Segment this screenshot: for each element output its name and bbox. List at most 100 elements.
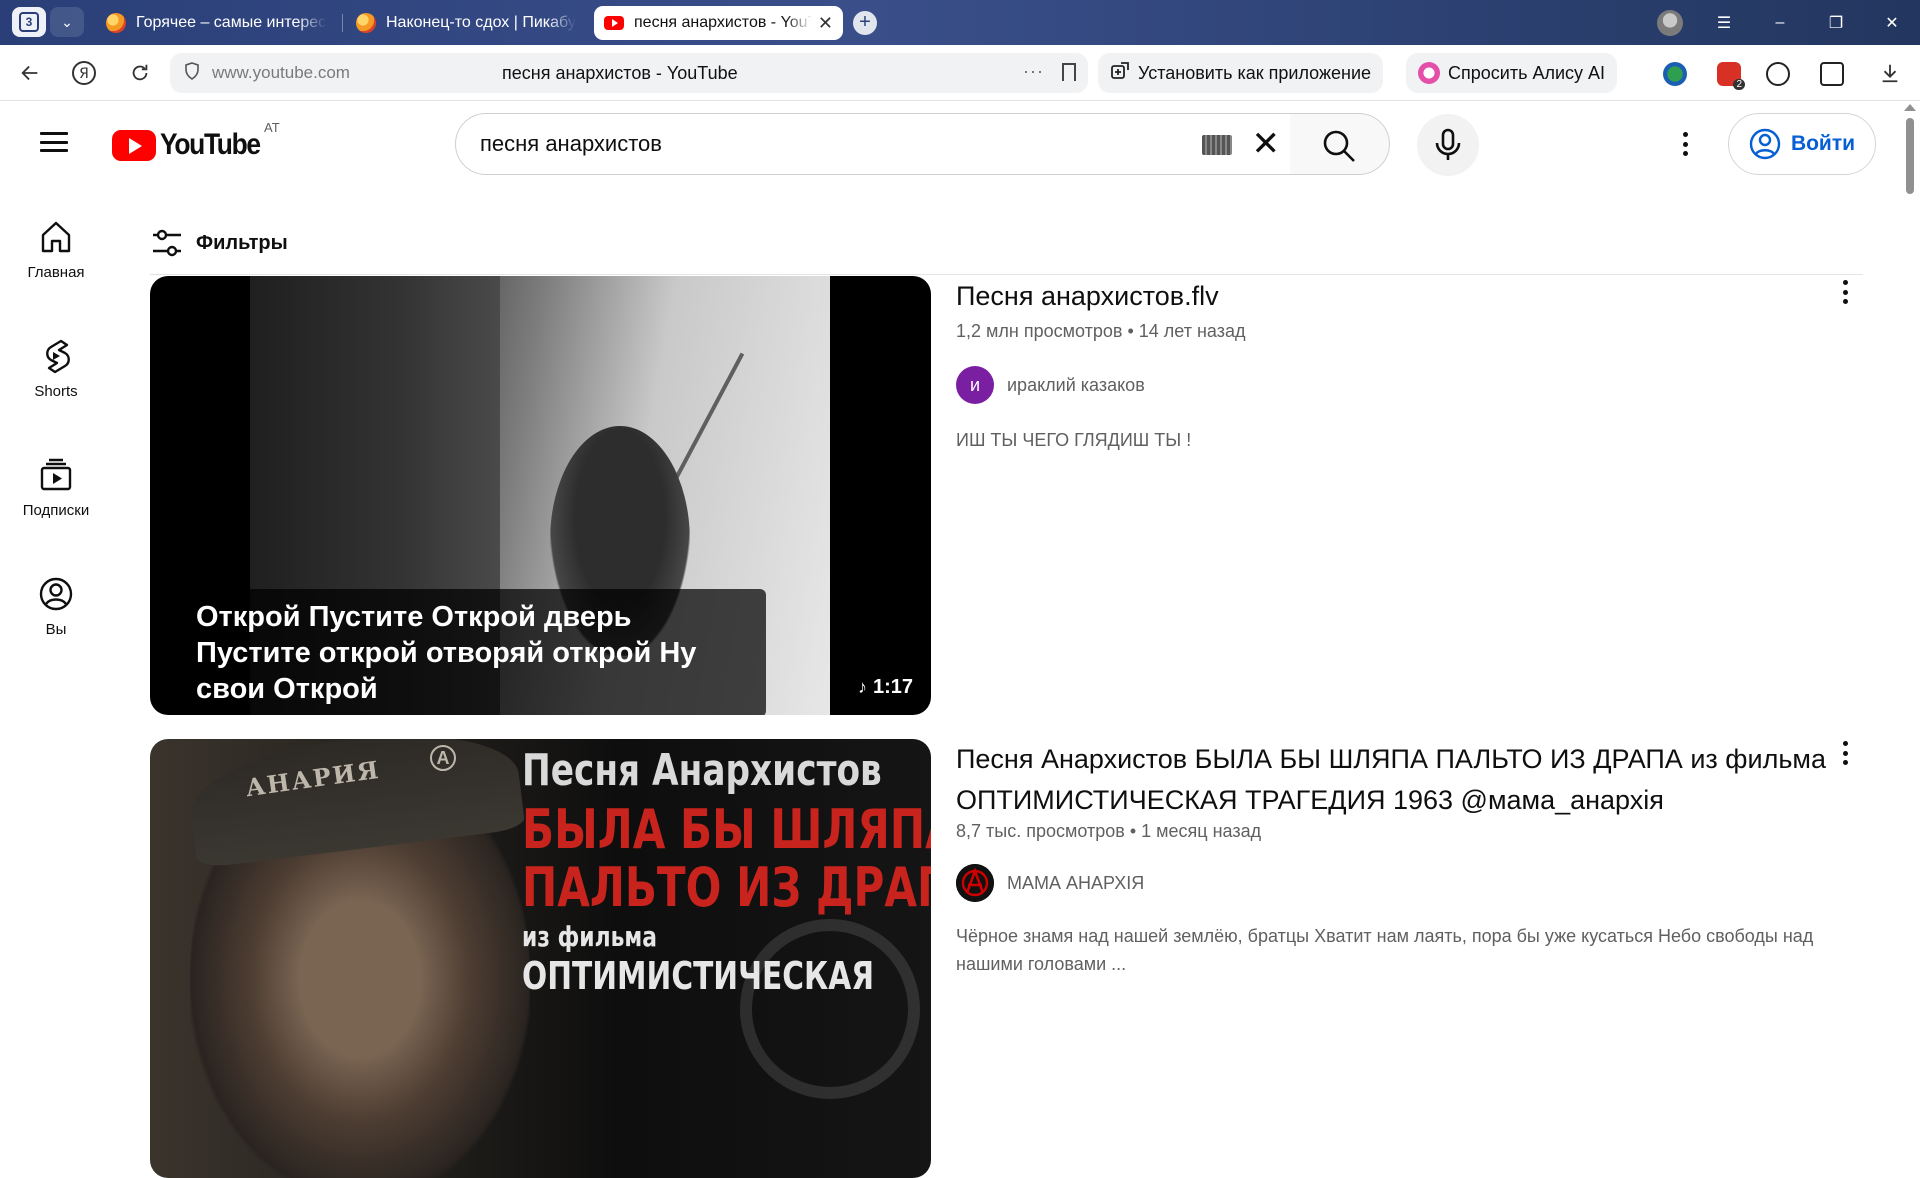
bookmark-icon[interactable] <box>1062 63 1076 81</box>
minimize-icon[interactable]: – <box>1752 14 1808 32</box>
translate-extension-icon[interactable] <box>1663 62 1687 86</box>
country-code: AT <box>264 120 280 135</box>
view-count: 8,7 тыс. просмотров <box>956 821 1125 841</box>
channel-link[interactable]: и ираклий казаков <box>956 366 1836 404</box>
restore-icon[interactable]: ❐ <box>1808 13 1864 33</box>
browser-tab-strip: 3 ⌄ Горячее – самые интерес Наконец-то с… <box>0 0 1920 45</box>
address-more-icon[interactable]: ··· <box>1023 61 1044 82</box>
meta-separator: • <box>1127 321 1139 341</box>
guide-item-home[interactable]: Главная <box>0 210 112 329</box>
ask-alice-label: Спросить Алису AI <box>1448 62 1606 83</box>
tab-label: Наконец-то сдох | Пикабу <box>386 14 576 31</box>
address-page-title: песня анархистов - YouTube <box>502 62 738 83</box>
address-bar[interactable]: www.youtube.com песня анархистов - YouTu… <box>170 53 1088 93</box>
pikabu-favicon-icon <box>106 13 126 33</box>
video-description: ИШ ТЫ ЧЕГО ГЛЯДИШ ТЫ ! <box>956 430 1192 450</box>
adblock-extension-icon[interactable]: 2 <box>1717 62 1745 90</box>
youtube-favicon-icon <box>604 16 624 30</box>
poster-line: Песня Анархистов <box>522 745 882 796</box>
youtube-logo[interactable]: YouTube <box>112 128 273 162</box>
video-player-extension-icon[interactable] <box>1766 62 1790 86</box>
upload-age: 14 лет назад <box>1138 321 1246 341</box>
search-button[interactable] <box>1290 113 1390 175</box>
microphone-icon <box>1435 128 1461 160</box>
filters-label: Фильтры <box>196 231 288 254</box>
sidebar-extension-icon[interactable] <box>1820 62 1844 86</box>
tabs-menu-button[interactable]: ⌄ <box>50 7 84 37</box>
browser-tab-pikabu-post[interactable]: Наконец-то сдох | Пикабу <box>346 6 586 40</box>
video-result: АНАРИЯ A Песня Анархистов БЫЛА БЫ ШЛЯПА … <box>150 739 1870 1178</box>
tab-label: Горячее – самые интерес <box>136 14 326 31</box>
channel-name[interactable]: МАМА АНАРХІЯ <box>1007 873 1144 894</box>
alice-icon <box>1418 62 1440 84</box>
video-metadata: 1,2 млн просмотров • 14 лет назад <box>956 321 1836 342</box>
search-input[interactable] <box>480 131 1160 157</box>
sign-in-button[interactable]: Войти <box>1728 113 1876 175</box>
install-app-button[interactable]: Установить как приложение <box>1098 53 1384 93</box>
settings-more-icon[interactable] <box>1680 132 1690 156</box>
browser-tab-pikabu-hot[interactable]: Горячее – самые интерес <box>96 6 336 40</box>
video-thumbnail[interactable]: Открой Пустите Открой дверь Пустите откр… <box>150 276 931 715</box>
voice-search-button[interactable] <box>1417 114 1479 176</box>
channel-avatar[interactable] <box>956 864 994 902</box>
downloads-icon[interactable] <box>1876 59 1904 87</box>
clear-search-icon[interactable]: ✕ <box>1252 125 1281 163</box>
video-title[interactable]: Песня Анархистов БЫЛА БЫ ШЛЯПА ПАЛЬТО ИЗ… <box>956 739 1836 821</box>
tab-count-button[interactable]: 3 <box>12 7 46 37</box>
channel-link[interactable]: МАМА АНАРХІЯ <box>956 864 1836 902</box>
thumbnail-caption: Открой Пустите Открой дверь Пустите откр… <box>178 589 766 715</box>
filters-button[interactable]: Фильтры <box>150 226 288 260</box>
tab-separator <box>342 14 343 32</box>
shorts-icon <box>46 339 70 374</box>
guide-item-shorts[interactable]: Shorts <box>0 329 112 448</box>
close-tab-icon[interactable]: ✕ <box>818 13 833 34</box>
yandex-logo-icon[interactable]: Я <box>70 59 98 87</box>
guide-label: Shorts <box>34 383 78 400</box>
subscriptions-icon <box>40 458 72 491</box>
pikabu-favicon-icon <box>356 13 376 33</box>
video-title[interactable]: Песня анархистов.flv <box>956 276 1836 317</box>
scrollbar-thumb[interactable] <box>1906 118 1914 194</box>
video-info: Песня анархистов.flv 1,2 млн просмотров … <box>956 276 1836 454</box>
page-scrollbar[interactable] <box>1900 102 1920 1005</box>
thumbnail-poster-text: Песня Анархистов БЫЛА БЫ ШЛЯПА ПАЛЬТО ИЗ… <box>522 745 931 996</box>
poster-line: БЫЛА БЫ ШЛЯПА <box>522 798 931 861</box>
search-icon <box>1323 130 1355 162</box>
tab-count: 3 <box>19 12 39 32</box>
upload-age: 1 месяц назад <box>1141 821 1262 841</box>
browser-toolbar: Я www.youtube.com песня анархистов - You… <box>0 45 1920 101</box>
youtube-header: YouTube AT ✕ Войти <box>0 102 1900 186</box>
guide-menu-icon[interactable] <box>40 132 68 152</box>
guide-item-you[interactable]: Вы <box>0 567 112 686</box>
browser-profile-avatar[interactable] <box>1657 10 1683 36</box>
channel-name[interactable]: ираклий казаков <box>1007 375 1145 396</box>
channel-avatar-initial: и <box>969 374 981 395</box>
meta-separator: • <box>1129 821 1142 841</box>
filters-icon <box>153 229 181 257</box>
extension-badge: 2 <box>1733 79 1745 90</box>
browser-menu-icon[interactable]: ☰ <box>1696 13 1752 33</box>
video-action-menu-icon[interactable] <box>1840 741 1850 765</box>
video-action-menu-icon[interactable] <box>1840 280 1850 304</box>
poster-line: из фильма <box>522 920 657 953</box>
video-thumbnail[interactable]: АНАРИЯ A Песня Анархистов БЫЛА БЫ ШЛЯПА … <box>150 739 931 1178</box>
video-result: Открой Пустите Открой дверь Пустите откр… <box>150 276 1870 716</box>
youtube-logo-text: YouTube <box>160 128 261 161</box>
new-tab-button[interactable]: + <box>853 11 877 35</box>
ask-alice-button[interactable]: Спросить Алису AI <box>1406 53 1618 93</box>
sign-in-label: Войти <box>1790 132 1856 155</box>
keyboard-icon[interactable] <box>1202 135 1232 155</box>
scroll-up-arrow-icon[interactable] <box>1904 104 1916 111</box>
back-arrow-icon[interactable] <box>16 59 44 87</box>
browser-tab-youtube[interactable]: песня анархистов - YouTube ✕ <box>594 6 843 40</box>
results-divider <box>150 274 1863 275</box>
channel-avatar[interactable]: и <box>956 366 994 404</box>
close-window-icon[interactable]: ✕ <box>1864 13 1920 33</box>
duration-badge: ♪ 1:17 <box>858 676 913 699</box>
cap-anarchy-icon: A <box>430 745 456 771</box>
reload-icon[interactable] <box>126 59 154 87</box>
site-info-shield-icon[interactable] <box>184 61 200 85</box>
window-controls: ☰ – ❐ ✕ <box>1696 0 1920 45</box>
music-note-icon: ♪ <box>857 677 867 697</box>
guide-item-subscriptions[interactable]: Подписки <box>0 448 112 567</box>
